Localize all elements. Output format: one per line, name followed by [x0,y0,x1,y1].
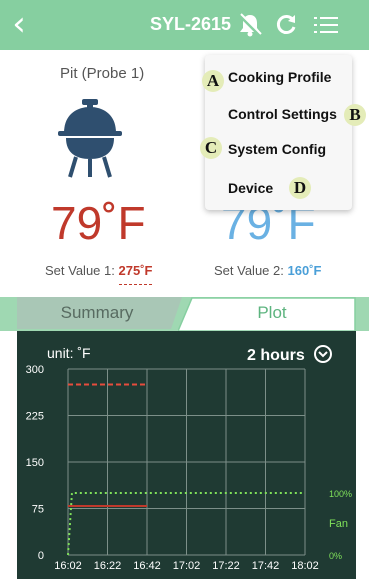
back-button[interactable]: ‹ [6,7,32,43]
set-value-1-value[interactable]: 275˚F [118,263,153,285]
bell-off-icon[interactable] [236,11,264,39]
temperature-plot: 16:02 16:22 16:42 17:02 17:22 17:42 18:02 0 75 15… [26,364,352,572]
right-axis-tick-label: 100% [329,489,352,499]
y-tick-label: 0 [38,550,44,562]
menu-badge-c: C [200,137,222,159]
menu-item-cooking-profile[interactable]: Cooking Profile [228,69,331,85]
tab-plot-label: Plot [257,303,287,322]
menu-badge-a: A [202,70,224,92]
menu-badge-d: D [289,177,311,199]
menu-item-control-settings[interactable]: Control Settings [228,106,337,122]
x-tick-label: 17:02 [173,560,201,572]
menu-item-system-config[interactable]: System Config [228,141,326,157]
menu-item-device[interactable]: Device [228,180,273,196]
set-value-2[interactable]: Set Value 2: 160˚F [214,263,321,278]
set-value-2-value[interactable]: 160˚F [288,263,322,278]
menu-list-icon[interactable] [312,11,340,39]
x-tick-label: 16:22 [94,560,122,572]
probe-1-temperature: 79˚F [51,197,146,249]
y-tick-label: 150 [26,457,44,469]
grill-icon [58,97,122,179]
probe-1-label: Pit (Probe 1) [60,65,145,82]
x-tick-label: 16:02 [54,560,82,572]
set-value-1[interactable]: Set Value 1: 275˚F [45,263,153,285]
x-tick-label: 18:02 [291,560,319,572]
x-tick-label: 17:22 [212,560,240,572]
y-tick-label: 300 [26,364,44,376]
menu-badge-b: B [344,104,366,126]
tab-plot[interactable]: Plot [178,297,356,331]
set-value-2-label: Set Value 2: [214,263,284,278]
y-tick-label: 75 [32,504,44,516]
tab-summary[interactable]: Summary [17,297,182,329]
x-tick-label: 17:42 [252,560,280,572]
device-title: SYL-2615 [150,14,232,34]
x-tick-label: 16:42 [133,560,161,572]
y-tick-label: 225 [26,411,44,423]
right-axis-tick-label: 0% [329,551,342,561]
right-axis-label: Fan [329,518,348,530]
set-value-1-label: Set Value 1: [45,263,115,278]
tab-summary-label: Summary [60,303,134,322]
refresh-icon[interactable] [272,11,300,39]
